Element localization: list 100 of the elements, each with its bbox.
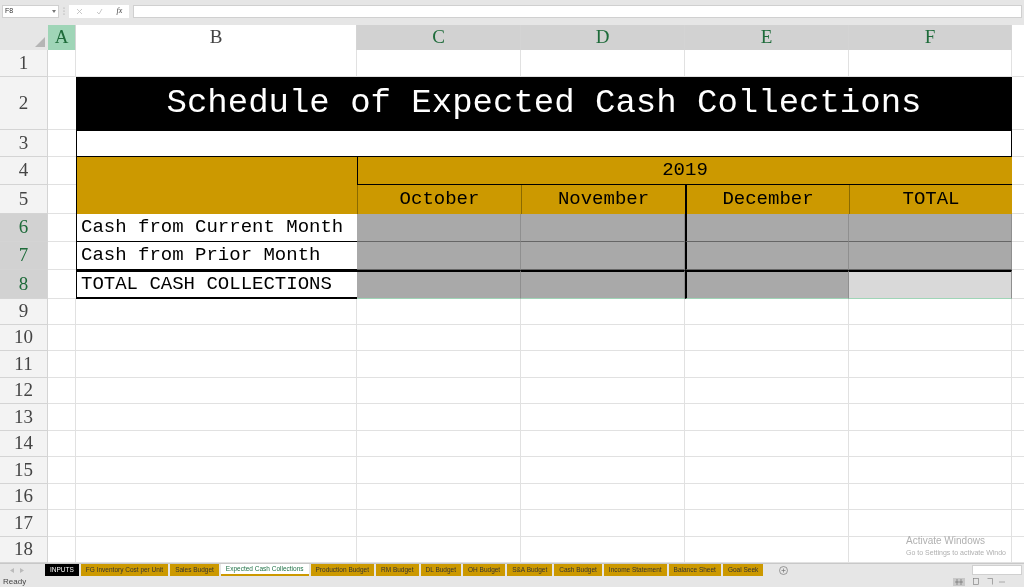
empty-cell[interactable]	[849, 325, 1012, 351]
empty-cell[interactable]	[76, 351, 357, 378]
row-header[interactable]: 17	[0, 510, 48, 537]
empty-cell[interactable]	[849, 457, 1012, 484]
empty-cell[interactable]	[76, 431, 357, 457]
shaded-cell[interactable]	[357, 214, 521, 242]
check-icon[interactable]	[96, 7, 104, 15]
row-header[interactable]: 8	[0, 270, 48, 299]
empty-cell[interactable]	[521, 325, 685, 351]
shaded-cell[interactable]	[357, 242, 521, 270]
row-header[interactable]: 13	[0, 404, 48, 431]
empty-cell[interactable]	[685, 325, 849, 351]
empty-cell[interactable]	[357, 457, 521, 484]
empty-cell[interactable]	[685, 299, 849, 325]
empty-cell[interactable]	[521, 378, 685, 404]
row-header[interactable]: 3	[0, 130, 48, 157]
shaded-cell[interactable]	[685, 270, 849, 299]
row-header[interactable]: 2	[0, 77, 48, 130]
column-header[interactable]: D	[521, 25, 685, 50]
month-header: TOTAL	[849, 185, 1012, 214]
empty-cell[interactable]	[521, 431, 685, 457]
row-header[interactable]: 1	[0, 50, 48, 77]
scroll-right-icon[interactable]	[20, 567, 24, 573]
empty-cell[interactable]	[357, 351, 521, 378]
row-header[interactable]: 14	[0, 431, 48, 457]
empty-cell[interactable]	[685, 351, 849, 378]
row-header[interactable]: 15	[0, 457, 48, 484]
row-header[interactable]: 11	[0, 351, 48, 378]
column-header[interactable]: E	[685, 25, 849, 50]
shaded-cell[interactable]	[685, 214, 849, 242]
column-header[interactable]: C	[357, 25, 521, 50]
empty-cell[interactable]	[685, 378, 849, 404]
activation-title: Activate Windows	[906, 534, 986, 548]
row-header[interactable]: 16	[0, 484, 48, 510]
normal-view-icon[interactable]	[953, 577, 965, 586]
column-header[interactable]: A	[48, 25, 76, 50]
year-header: 2019	[357, 157, 1012, 185]
empty-cell[interactable]	[76, 404, 357, 431]
sheet-title: Schedule of Expected Cash Collections	[76, 77, 1012, 130]
empty-cell[interactable]	[849, 431, 1012, 457]
empty-cell[interactable]	[521, 299, 685, 325]
empty-cell[interactable]	[521, 351, 685, 378]
row-header[interactable]: 5	[0, 185, 48, 214]
cancel-icon[interactable]	[75, 7, 83, 15]
row-header[interactable]: 7	[0, 242, 48, 270]
row-header[interactable]: 18	[0, 537, 48, 563]
page-break-icon[interactable]	[987, 578, 993, 585]
shaded-cell[interactable]	[521, 270, 685, 299]
empty-cell[interactable]	[685, 404, 849, 431]
empty-cell[interactable]	[685, 510, 849, 537]
column-header[interactable]: F	[849, 25, 1012, 50]
empty-cell[interactable]	[357, 378, 521, 404]
empty-cell[interactable]	[76, 510, 357, 537]
empty-cell[interactable]	[357, 431, 521, 457]
empty-cell[interactable]	[849, 510, 1012, 537]
row-header[interactable]: 4	[0, 157, 48, 185]
empty-cell[interactable]	[849, 484, 1012, 510]
corner-triangle-icon	[35, 37, 45, 47]
empty-cell[interactable]	[76, 325, 357, 351]
empty-cell[interactable]	[76, 299, 357, 325]
empty-cell[interactable]	[849, 351, 1012, 378]
shaded-cell[interactable]	[849, 214, 1012, 242]
formula-input[interactable]	[133, 4, 1022, 18]
empty-cell[interactable]	[849, 378, 1012, 404]
empty-cell[interactable]	[521, 457, 685, 484]
scroll-left-icon[interactable]	[10, 567, 14, 573]
empty-cell[interactable]	[76, 484, 357, 510]
empty-cell[interactable]	[521, 484, 685, 510]
empty-cell[interactable]	[685, 484, 849, 510]
shaded-cell[interactable]	[685, 242, 849, 270]
horizontal-scrollbar[interactable]	[972, 565, 1022, 575]
empty-cell[interactable]	[521, 510, 685, 537]
empty-cell[interactable]	[521, 404, 685, 431]
caret-icon	[52, 9, 56, 13]
empty-cell[interactable]	[685, 457, 849, 484]
empty-cell[interactable]	[357, 299, 521, 325]
shaded-cell[interactable]	[521, 214, 685, 242]
row-header[interactable]: 12	[0, 378, 48, 404]
shaded-cell[interactable]	[521, 242, 685, 270]
empty-cell[interactable]	[357, 510, 521, 537]
add-sheet-icon[interactable]	[779, 565, 789, 575]
empty-cell[interactable]	[357, 404, 521, 431]
empty-cell[interactable]	[76, 378, 357, 404]
column-header[interactable]: B	[76, 25, 357, 50]
empty-cell[interactable]	[685, 431, 849, 457]
row-label: TOTAL CASH COLLECTIONS	[76, 270, 357, 299]
shaded-cell[interactable]	[849, 270, 1012, 299]
empty-cell[interactable]	[357, 325, 521, 351]
shaded-cell[interactable]	[849, 242, 1012, 270]
row-header[interactable]: 10	[0, 325, 48, 351]
insert-function-button[interactable]: fx	[116, 5, 123, 17]
row-header[interactable]: 9	[0, 299, 48, 325]
page-layout-icon[interactable]	[973, 578, 979, 585]
empty-cell[interactable]	[849, 404, 1012, 431]
empty-cell[interactable]	[849, 299, 1012, 325]
row-label: Cash from Current Month	[76, 214, 357, 242]
empty-cell[interactable]	[357, 484, 521, 510]
empty-cell[interactable]	[76, 457, 357, 484]
row-header[interactable]: 6	[0, 214, 48, 242]
shaded-cell[interactable]	[357, 270, 521, 299]
